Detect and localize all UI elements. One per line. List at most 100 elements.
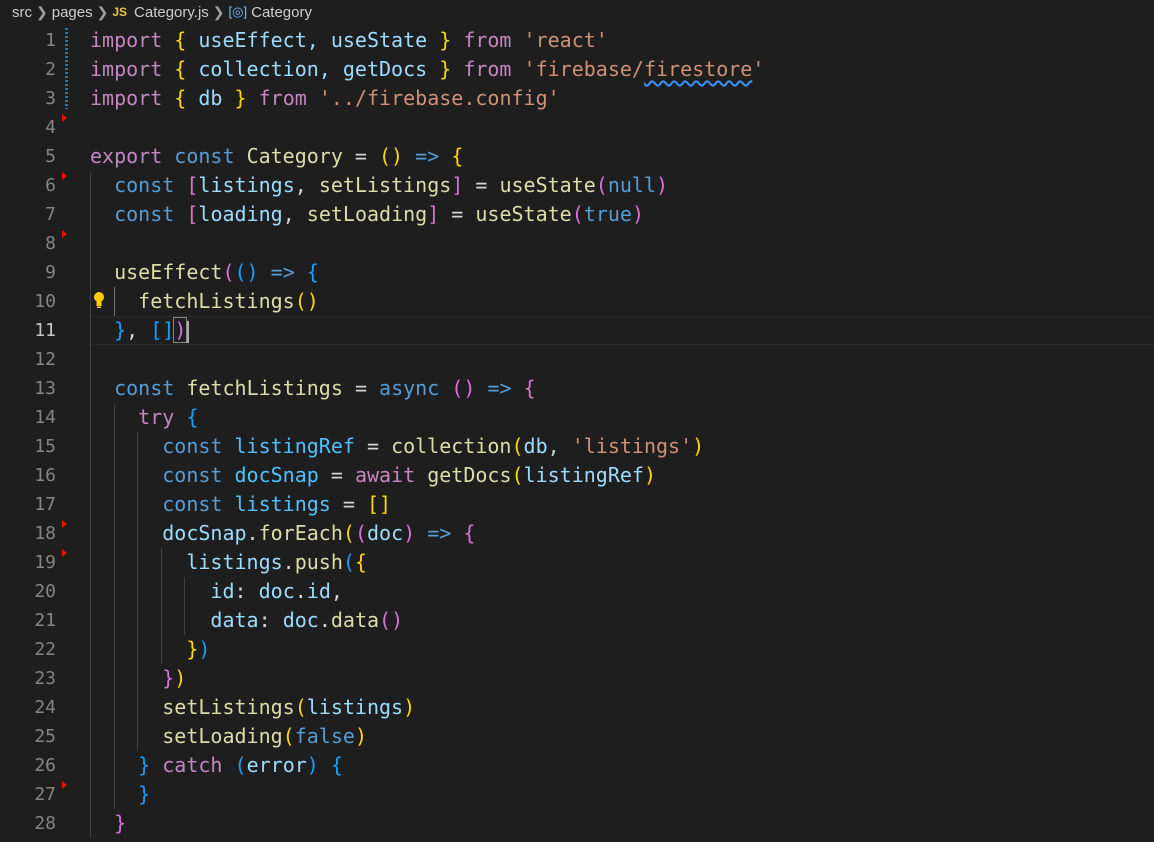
git-modified-indicator[interactable] [65,28,68,109]
code-text[interactable]: export const Category = () => { [90,142,463,171]
code-token: { [523,376,536,400]
code-text[interactable]: listings.push({ [90,548,367,577]
line-number: 6 [45,175,56,196]
code-text[interactable]: }) [90,635,210,664]
code-line[interactable]: 28 } [0,809,1154,838]
code-token: const [162,434,223,458]
code-text[interactable]: }, []) [90,316,190,345]
code-token: ) [643,463,657,487]
code-text[interactable]: docSnap.forEach((doc) => { [90,519,475,548]
code-token: { [463,521,476,545]
breakpoint-marker-icon[interactable] [62,171,67,180]
code-token: import [90,86,163,110]
code-line[interactable]: 23 }) [0,664,1154,693]
code-line[interactable]: 22 }) [0,635,1154,664]
code-token: } [114,318,127,342]
breadcrumb-item-file[interactable]: Category.js [134,4,209,21]
code-token: db [523,434,548,458]
breadcrumb-item-src[interactable]: src [12,4,32,21]
code-token: ] [427,202,440,226]
code-line[interactable]: 15 const listingRef = collection(db, 'li… [0,432,1154,461]
code-text[interactable]: id: doc.id, [90,577,343,606]
lightbulb-icon[interactable] [93,291,105,309]
code-line[interactable]: 13 const fetchListings = async () => { [0,374,1154,403]
code-text[interactable]: } [90,780,150,809]
code-text[interactable]: setListings(listings) [90,693,415,722]
code-text[interactable]: import { collection, getDocs } from 'fir… [90,55,764,84]
code-line[interactable]: 4 [0,113,1154,142]
code-text[interactable]: const listingRef = collection(db, 'listi… [90,432,704,461]
code-text[interactable]: const listings = [] [90,490,391,519]
code-text[interactable]: try { [90,403,198,432]
code-line[interactable]: 27 } [0,780,1154,809]
code-line[interactable]: 7 const [loading, setLoading] = useState… [0,200,1154,229]
code-text[interactable]: const [listings, setListings] = useState… [90,171,668,200]
breadcrumb-item-pages[interactable]: pages [52,4,93,21]
code-token: = [318,463,355,487]
code-text[interactable]: fetchListings() [90,287,319,316]
indent-guide [184,577,185,635]
line-number: 22 [34,639,56,660]
code-token: firestore [643,57,753,81]
code-line[interactable]: 8 [0,229,1154,258]
code-token: export [90,144,163,168]
code-line[interactable]: 20 id: doc.id, [0,577,1154,606]
code-text[interactable]: const [loading, setLoading] = useState(t… [90,200,644,229]
breakpoint-marker-icon[interactable] [62,519,67,528]
code-line[interactable]: 3 import { db } from '../firebase.config' [0,84,1154,113]
code-token: const [114,173,175,197]
code-line[interactable]: 9 useEffect(() => { [0,258,1154,287]
code-line[interactable]: 29 [0,838,1154,842]
code-token: ) [403,521,416,545]
code-text[interactable]: } catch (error) { [90,751,343,780]
code-text[interactable]: }) [90,664,186,693]
breakpoint-marker-icon[interactable] [62,780,67,789]
code-token: () [234,260,259,284]
code-line[interactable]: 11 }, []) [0,316,1154,345]
code-line[interactable]: 16 const docSnap = await getDocs(listing… [0,461,1154,490]
code-line[interactable]: 26 } catch (error) { [0,751,1154,780]
code-text[interactable]: const fetchListings = async () => { [90,374,536,403]
code-token: setLoading [162,724,283,748]
code-token: [ [186,173,199,197]
code-line[interactable]: 25 setLoading(false) [0,722,1154,751]
code-line[interactable]: 2 import { collection, getDocs } from 'fi… [0,55,1154,84]
indent-guide [113,287,115,316]
code-text[interactable]: import { db } from '../firebase.config' [90,84,560,113]
code-text[interactable]: } [90,809,126,838]
breakpoint-marker-icon[interactable] [62,229,67,238]
code-text[interactable]: const docSnap = await getDocs(listingRef… [90,461,656,490]
code-token: false [294,724,355,748]
code-token: ( [342,521,355,545]
code-line[interactable]: 21 data: doc.data() [0,606,1154,635]
code-line[interactable]: 18 docSnap.forEach((doc) => { [0,519,1154,548]
code-line[interactable]: 17 const listings = [] [0,490,1154,519]
breakpoint-marker-icon[interactable] [62,548,67,557]
code-text[interactable]: import { useEffect, useState } from 'rea… [90,26,608,55]
code-line[interactable]: 1 import { useEffect, useState } from 're… [0,26,1154,55]
code-text[interactable]: useEffect(() => { [90,258,319,287]
code-token: { [174,57,187,81]
breadcrumb-item-symbol[interactable]: Category [251,4,312,21]
code-text[interactable]: setLoading(false) [90,722,367,751]
code-line[interactable]: 14 try { [0,403,1154,432]
code-token: } [138,753,151,777]
code-line[interactable]: 10 fetchListings() [0,287,1154,316]
code-line[interactable]: 12 [0,345,1154,374]
code-line[interactable]: 19 listings.push({ [0,548,1154,577]
code-editor[interactable]: 1 import { useEffect, useState } from 're… [0,26,1154,842]
code-line[interactable]: 5 export const Category = () => { [0,142,1154,171]
code-line[interactable]: 24 setListings(listings) [0,693,1154,722]
code-token: listings [198,173,295,197]
breakpoint-marker-icon[interactable] [62,113,67,122]
code-line[interactable]: 6 const [listings, setListings] = useSta… [0,171,1154,200]
chevron-right-icon: ❯ [212,3,225,20]
code-token: try [138,405,175,429]
code-token: { [306,260,319,284]
line-number: 24 [34,697,56,718]
